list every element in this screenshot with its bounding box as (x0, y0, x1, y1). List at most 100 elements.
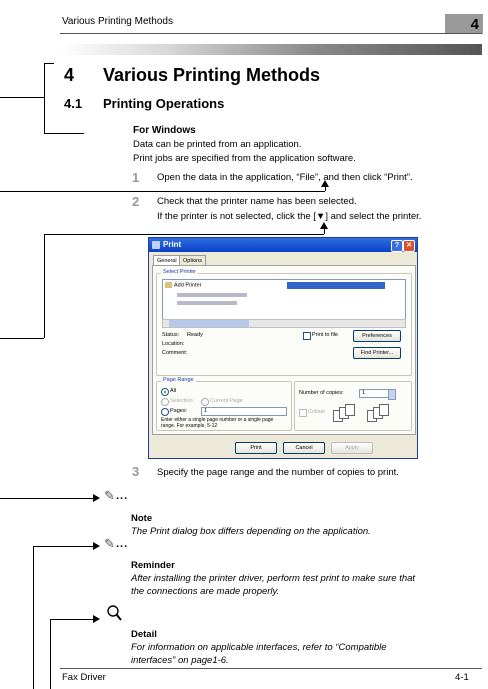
arrow-right-icon (93, 542, 100, 550)
bracket-line (44, 63, 45, 133)
note-mark: ... (116, 490, 129, 502)
leader-line (50, 619, 93, 620)
note-line: the connections are made properly. (131, 586, 280, 597)
footer-title: Fax Driver (62, 672, 106, 683)
collate-pages-icon (367, 404, 397, 422)
gradient-bar (60, 44, 482, 55)
page-range-group: Page Range All Selection Current Page Pa… (156, 377, 292, 431)
status-label: Status: (162, 332, 180, 338)
selected-printer[interactable] (287, 282, 385, 289)
printer-list-item[interactable]: Add Printer (165, 282, 202, 288)
note-line: After installing the printer driver, per… (131, 573, 416, 584)
find-printer-button[interactable]: Find Printer... (353, 347, 401, 359)
step-subtext: If the printer is not selected, click th… (157, 211, 422, 222)
note-line: The Print dialog box differs depending o… (131, 526, 371, 537)
cancel-button[interactable]: Cancel (283, 442, 325, 454)
intro-line: Print jobs are specified from the applic… (133, 153, 356, 164)
arrow-right-icon (93, 494, 100, 502)
radio-pages-label: Pages: (170, 408, 188, 414)
note-mark: ... (116, 538, 129, 550)
arrow-up-icon (320, 222, 328, 229)
step-number: 2 (132, 194, 140, 209)
printer-icon (152, 241, 160, 249)
heading1-text: Various Printing Methods (103, 65, 321, 85)
print-dialog: Print ? ✕ General Options Select Printer… (148, 237, 418, 459)
chapter-badge: 4 (445, 14, 483, 34)
heading1-number: 4 (64, 65, 75, 85)
step-number: 1 (132, 170, 140, 185)
radio-all-label: All (170, 388, 177, 394)
apply-button[interactable]: Apply (331, 442, 373, 454)
leader-line (33, 546, 34, 689)
bracket-line (44, 63, 54, 64)
print-to-file-checkbox[interactable] (303, 332, 311, 340)
radio-selection[interactable] (161, 398, 169, 406)
note-line: interfaces” on page1-6. (131, 655, 229, 666)
note-title: Detail (131, 629, 157, 640)
arrow-right-icon (93, 615, 100, 623)
group-label: Page Range (161, 377, 196, 383)
running-header-title: Various Printing Methods (62, 16, 173, 27)
printer-list-item[interactable] (177, 301, 237, 305)
pencil-icon: ✎ (104, 536, 115, 551)
chapter-number: 4 (470, 16, 479, 33)
pages-input[interactable]: 1 (201, 407, 287, 416)
copies-input[interactable]: 1 (359, 389, 389, 398)
heading2-text: Printing Operations (103, 96, 225, 111)
magnifier-icon (106, 604, 122, 622)
footer-rule (60, 668, 482, 669)
leader-line (0, 498, 93, 499)
horizontal-scrollbar[interactable] (162, 319, 406, 328)
range-hint: Enter either a single page number or a s… (161, 417, 274, 429)
leader-line (44, 234, 45, 338)
note-line: For information on applicable interfaces… (131, 642, 387, 653)
collate-checkbox[interactable] (299, 409, 307, 417)
step-number: 3 (132, 464, 140, 479)
leader-line (0, 191, 325, 192)
select-printer-group: Select Printer Add Printer Status: Ready… (156, 269, 412, 376)
comment-label: Comment: (162, 350, 188, 356)
location-label: Location: (162, 341, 185, 347)
status-value: Ready (187, 332, 203, 338)
heading3: For Windows (133, 125, 196, 136)
leader-line (33, 546, 93, 547)
print-button[interactable]: Print (235, 442, 277, 454)
group-label: Select Printer (161, 269, 199, 275)
header-rule (60, 33, 482, 34)
copies-group: Number of copies: 1 Collate (294, 381, 412, 431)
collate-pages-icon (333, 404, 363, 422)
dialog-title: Print (163, 240, 182, 249)
pencil-icon: ✎ (104, 488, 115, 503)
step-text: Check that the printer name has been sel… (157, 196, 357, 207)
heading2-number: 4.1 (64, 96, 83, 111)
copies-spinner[interactable] (388, 389, 396, 400)
intro-line: Data can be printed from an application. (133, 139, 302, 150)
collate-label: Collate (308, 409, 326, 415)
leader-line (0, 338, 44, 339)
scroll-thumb[interactable] (169, 320, 249, 327)
general-panel: Select Printer Add Printer Status: Ready… (152, 265, 416, 435)
bracket-line (44, 133, 84, 134)
radio-current-page-label: Current Page (210, 398, 243, 404)
help-icon[interactable]: ? (391, 240, 403, 252)
dialog-titlebar: Print ? ✕ (149, 238, 417, 252)
copies-label: Number of copies: (299, 390, 344, 396)
radio-pages[interactable] (161, 408, 169, 416)
note-title: Reminder (131, 560, 175, 571)
radio-selection-label: Selection (170, 398, 193, 404)
printer-list[interactable]: Add Printer (162, 279, 406, 321)
leader-line (0, 97, 44, 98)
leader-line (50, 619, 51, 689)
note-title: Note (131, 513, 153, 524)
page-number: 4-1 (455, 672, 469, 683)
step-text: Specify the page range and the number of… (157, 467, 399, 478)
print-to-file-label: Print to file (312, 332, 338, 338)
add-printer-label: Add Printer (174, 282, 202, 289)
preferences-button[interactable]: Preferences (353, 330, 401, 342)
radio-current-page[interactable] (201, 398, 209, 406)
close-icon[interactable]: ✕ (403, 240, 415, 252)
arrow-up-icon (321, 180, 329, 187)
leader-line (44, 234, 324, 235)
radio-all[interactable] (161, 388, 169, 396)
printer-list-item[interactable] (177, 293, 247, 297)
